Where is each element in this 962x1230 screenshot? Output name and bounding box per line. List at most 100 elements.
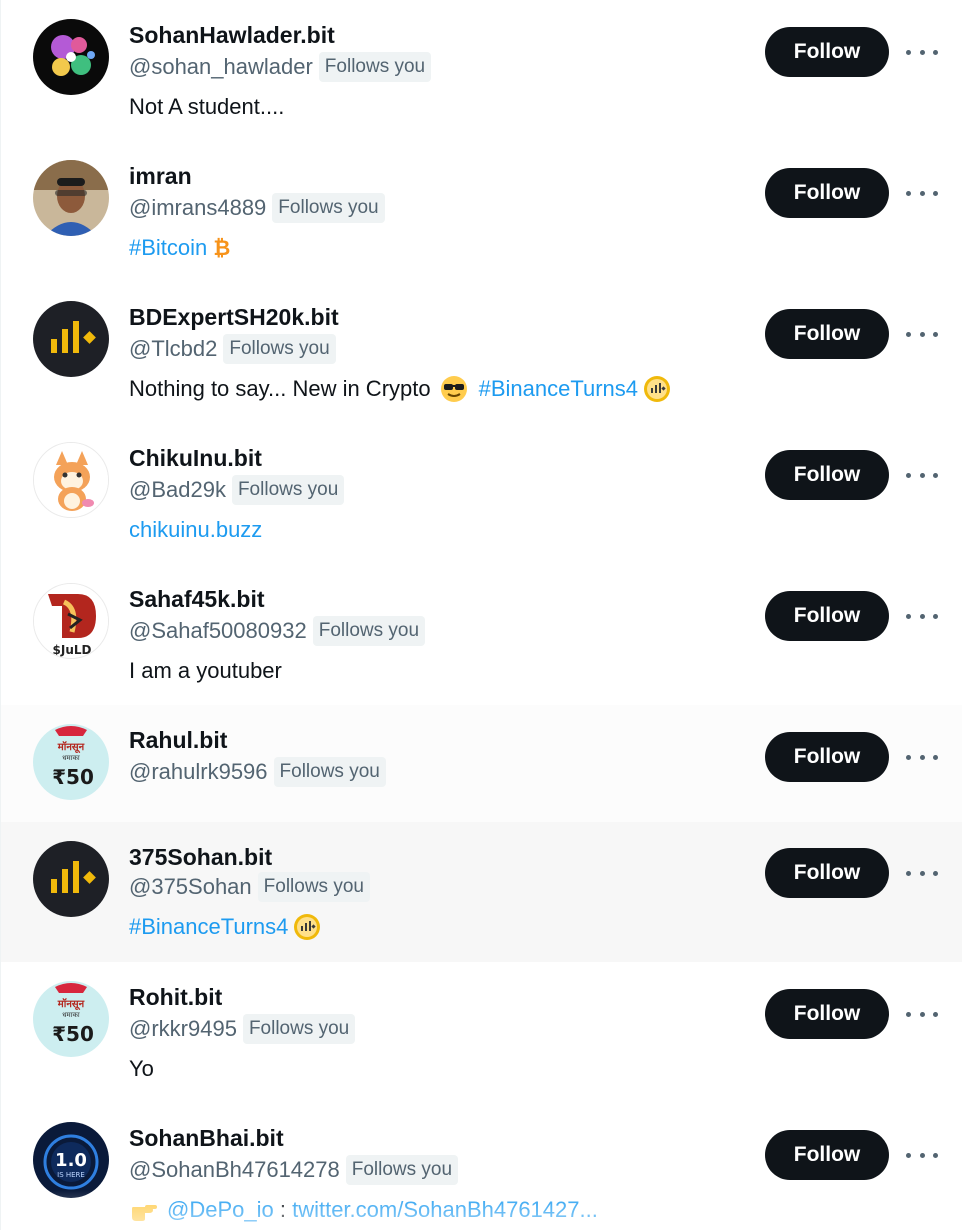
user-avatar[interactable]: [33, 160, 109, 236]
pointing-hand-emoji-icon: [132, 1205, 157, 1221]
user-bio: Yo: [129, 1054, 154, 1084]
user-bio: chikuinu.buzz: [129, 515, 262, 545]
user-avatar[interactable]: मॉनसून धमाका ₹50: [33, 724, 109, 800]
user-handle[interactable]: @rahulrk9596: [129, 759, 268, 785]
more-options-icon[interactable]: [906, 1007, 938, 1021]
user-cell[interactable]: 1.0 IS HERE SohanBhai.bit @SohanBh476142…: [1, 1103, 962, 1230]
user-cell[interactable]: मॉनसून धमाका ₹50 Rohit.bit @rkkr9495 Fol…: [1, 962, 962, 1103]
follows-you-badge: Follows you: [345, 1155, 459, 1185]
mention-link[interactable]: @DePo_io: [167, 1195, 274, 1225]
more-options-icon[interactable]: [906, 750, 938, 764]
more-options-icon[interactable]: [906, 1148, 938, 1162]
handle-line: @375Sohan Follows you: [129, 871, 370, 903]
user-bio: #Bitcoin ₿: [129, 233, 235, 263]
user-cell[interactable]: BDExpertSH20k.bit @Tlcbd2 Follows you No…: [1, 282, 962, 423]
who-to-follow-list: SohanHawlader.bit @sohan_hawlader Follow…: [0, 0, 962, 1230]
handle-line: @rkkr9495 Follows you: [129, 1013, 356, 1045]
svg-text:मॉनसून: मॉनसून: [57, 741, 85, 754]
handle-line: @Sahaf50080932 Follows you: [129, 615, 426, 647]
follow-button[interactable]: Follow: [765, 27, 889, 77]
follow-button[interactable]: Follow: [765, 168, 889, 218]
user-bio: #BinanceTurns4: [129, 912, 322, 942]
follow-button[interactable]: Follow: [765, 591, 889, 641]
avatar-logo-text: ₹50: [52, 1022, 94, 1046]
user-bio: Not A student....: [129, 92, 284, 122]
follow-button[interactable]: Follow: [765, 309, 889, 359]
user-name[interactable]: imran: [129, 162, 192, 190]
user-avatar[interactable]: [33, 301, 109, 377]
user-name[interactable]: ChikuInu.bit: [129, 444, 262, 472]
user-avatar[interactable]: 1.0 IS HERE: [33, 1122, 109, 1198]
user-cell[interactable]: imran @imrans4889 Follows you #Bitcoin ₿…: [1, 141, 962, 282]
user-cell[interactable]: SohanHawlader.bit @sohan_hawlader Follow…: [1, 0, 962, 141]
user-cell[interactable]: $JuLD Sahaf45k.bit @Sahaf50080932 Follow…: [1, 564, 962, 705]
binance-hashflag-icon: [644, 376, 671, 402]
svg-text:₿: ₿: [214, 236, 231, 260]
avatar-logo-text: $JuLD: [53, 643, 92, 657]
user-avatar[interactable]: [33, 841, 109, 917]
user-handle[interactable]: @375Sohan: [129, 874, 252, 900]
user-handle[interactable]: @sohan_hawlader: [129, 54, 313, 80]
handle-line: @imrans4889 Follows you: [129, 192, 385, 224]
user-handle[interactable]: @Tlcbd2: [129, 336, 217, 362]
follows-you-badge: Follows you: [312, 616, 426, 646]
bio-text: Not A student....: [129, 94, 285, 119]
follow-button[interactable]: Follow: [765, 732, 889, 782]
user-handle[interactable]: @Sahaf50080932: [129, 618, 307, 644]
more-options-icon[interactable]: [906, 609, 938, 623]
user-handle[interactable]: @rkkr9495: [129, 1016, 237, 1042]
user-handle[interactable]: @Bad29k: [129, 477, 226, 503]
handle-line: @Tlcbd2 Follows you: [129, 333, 336, 365]
user-name[interactable]: Rohit.bit: [129, 983, 222, 1011]
user-handle[interactable]: @imrans4889: [129, 195, 266, 221]
user-name[interactable]: Sahaf45k.bit: [129, 585, 265, 613]
follow-button[interactable]: Follow: [765, 1130, 889, 1180]
user-name[interactable]: SohanHawlader.bit: [129, 21, 335, 49]
bio-text: Nothing to say... New in Crypto: [129, 376, 431, 401]
follow-button[interactable]: Follow: [765, 848, 889, 898]
bio-text: Yo: [129, 1056, 154, 1081]
more-options-icon[interactable]: [906, 468, 938, 482]
user-cell[interactable]: ChikuInu.bit @Bad29k Follows you chikuin…: [1, 423, 962, 564]
user-bio: @DePo_io : twitter.com/SohanBh4761427...: [129, 1195, 598, 1225]
user-name[interactable]: BDExpertSH20k.bit: [129, 303, 339, 331]
user-name[interactable]: 375Sohan.bit: [129, 843, 272, 871]
website-link[interactable]: chikuinu.buzz: [129, 515, 262, 545]
website-link[interactable]: twitter.com/SohanBh4761427...: [292, 1195, 598, 1225]
avatar-logo-text: ₹50: [52, 765, 94, 789]
user-name[interactable]: Rahul.bit: [129, 726, 227, 754]
user-avatar[interactable]: [33, 442, 109, 518]
svg-text:धमाका: धमाका: [62, 754, 80, 762]
bio-separator: :: [273, 1197, 293, 1222]
avatar-logo-text: 1.0: [55, 1150, 87, 1171]
user-cell[interactable]: मॉनसून धमाका ₹50 Rahul.bit @rahulrk9596 …: [1, 705, 962, 822]
follow-button[interactable]: Follow: [765, 989, 889, 1039]
follows-you-badge: Follows you: [272, 193, 385, 223]
avatar-logo-subtext: IS HERE: [57, 1171, 85, 1179]
user-handle[interactable]: @SohanBh47614278: [129, 1157, 340, 1183]
user-avatar[interactable]: $JuLD: [33, 583, 109, 659]
handle-line: @Bad29k Follows you: [129, 474, 345, 506]
more-options-icon[interactable]: [906, 45, 938, 59]
follows-you-badge: Follows you: [242, 1014, 356, 1044]
more-options-icon[interactable]: [906, 866, 938, 880]
follows-you-badge: Follows you: [257, 872, 370, 902]
more-options-icon[interactable]: [906, 186, 938, 200]
handle-line: @rahulrk9596 Follows you: [129, 756, 386, 788]
bitcoin-icon: ₿: [214, 236, 231, 260]
follows-you-badge: Follows you: [223, 334, 336, 364]
svg-text:मॉनसून: मॉनसून: [57, 998, 85, 1011]
user-avatar[interactable]: [33, 19, 109, 95]
follow-button[interactable]: Follow: [765, 450, 889, 500]
hashtag-link[interactable]: #BinanceTurns4: [129, 912, 288, 942]
user-name[interactable]: SohanBhai.bit: [129, 1124, 284, 1152]
hashtag-link[interactable]: #Bitcoin: [129, 233, 207, 263]
follows-you-badge: Follows you: [273, 757, 386, 787]
user-cell[interactable]: 375Sohan.bit @375Sohan Follows you #Bina…: [1, 822, 962, 962]
handle-line: @sohan_hawlader Follows you: [129, 51, 432, 83]
follows-you-badge: Follows you: [231, 475, 345, 505]
user-avatar[interactable]: मॉनसून धमाका ₹50: [33, 981, 109, 1057]
more-options-icon[interactable]: [906, 327, 938, 341]
user-bio: Nothing to say... New in Crypto #Binance…: [129, 374, 672, 404]
hashtag-link[interactable]: #BinanceTurns4: [479, 374, 638, 404]
